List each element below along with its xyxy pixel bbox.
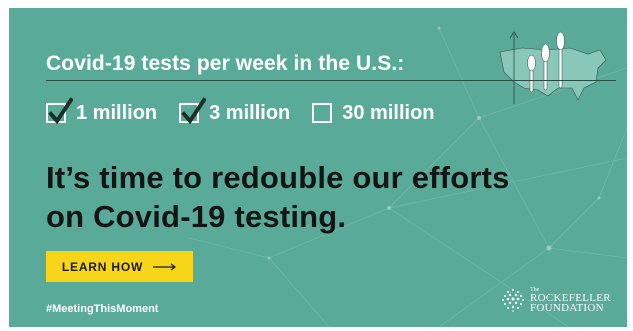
checklist-item-3-million: 3 million [179, 97, 291, 125]
hashtag: #MeetingThisMoment [46, 303, 159, 315]
arrow-right-icon [153, 263, 177, 270]
logo-line-2: FOUNDATION [530, 302, 604, 314]
checkmark-icon [48, 97, 73, 125]
learn-how-button[interactable]: LEARN HOW [46, 251, 193, 282]
logo-wordmark: The ROCKEFELLER FOUNDATION [530, 287, 611, 314]
checkbox-unchecked [312, 103, 333, 123]
checklist-item-1-million: 1 million [46, 97, 158, 125]
rockefeller-foundation-logo: The ROCKEFELLER FOUNDATION [500, 287, 611, 314]
promo-card: Covid-19 tests per week in the U.S.: 1 m… [9, 8, 627, 327]
checklist-label: 1 million [76, 101, 158, 124]
checkbox-checked [179, 97, 207, 125]
axis-rule-line [46, 80, 616, 81]
checklist-item-30-million: 30 million [312, 101, 435, 125]
headline-line-1: It’s time to redouble our efforts [46, 160, 510, 195]
learn-how-label: LEARN HOW [61, 259, 144, 274]
checkmark-icon [181, 97, 207, 125]
globe-logo-icon [502, 289, 524, 312]
checkbox-checked [46, 97, 73, 125]
checklist-label: 30 million [342, 101, 435, 124]
us-map-swab-icon [499, 31, 607, 104]
checklist-label: 3 million [209, 101, 291, 124]
headline-line-2: on Covid-19 testing. [46, 199, 347, 234]
chart-heading: Covid-19 tests per week in the U.S.: [46, 52, 405, 75]
main-headline: It’s time to redouble our efforts on Cov… [46, 158, 606, 236]
checklist: 1 million 3 million 30 million [46, 97, 457, 126]
